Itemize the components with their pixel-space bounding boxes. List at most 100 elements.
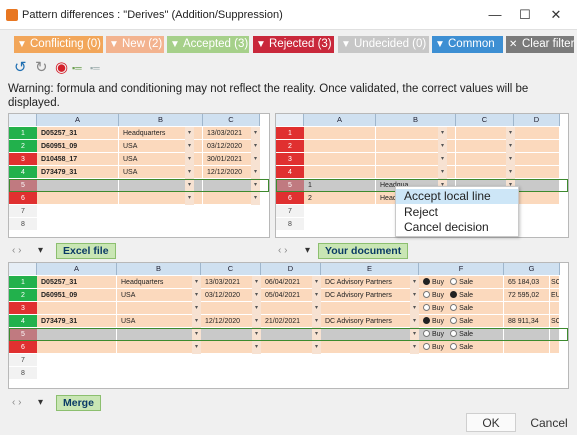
grid-cell[interactable] (119, 218, 203, 231)
expand-icon[interactable]: ▪═ (72, 60, 82, 76)
buy-sale-radio-group[interactable]: Buy Sale (419, 315, 504, 328)
grid-cell[interactable] (550, 328, 560, 341)
buy-sale-radio-group[interactable]: Buy Sale (419, 341, 504, 354)
row-number[interactable]: 7 (9, 354, 37, 367)
nav-arrows[interactable]: ‹ › (12, 245, 21, 256)
row-number[interactable]: 6 (9, 341, 37, 354)
row-number[interactable]: 2 (276, 140, 304, 153)
grid-cell[interactable]: 2 (304, 192, 376, 205)
grid-cell[interactable]: D10458_17 (37, 153, 119, 166)
buy-radio[interactable] (423, 330, 430, 337)
your-document-hscroll[interactable] (440, 243, 560, 257)
grid-cell[interactable] (321, 354, 419, 367)
grid-cell[interactable]: D60951_09 (37, 289, 117, 302)
row-number[interactable]: 5 (9, 328, 37, 341)
grid-cell[interactable] (37, 205, 119, 218)
grid-cell[interactable]: Headquarters (117, 276, 201, 289)
chevron-down-icon[interactable]: ▾ (506, 153, 515, 166)
row-number[interactable]: 7 (9, 205, 37, 218)
grid-cell[interactable]: SC (550, 276, 560, 289)
grid-cell[interactable]: D05257_31 (37, 127, 119, 140)
chevron-down-icon[interactable]: ▾ (312, 289, 321, 302)
chevron-down-icon[interactable]: ▾ (251, 192, 260, 205)
grid-cell[interactable] (304, 153, 376, 166)
buy-radio[interactable] (423, 278, 430, 285)
grid-cell[interactable] (117, 302, 201, 315)
grid-cell[interactable] (321, 302, 419, 315)
chevron-down-icon[interactable]: ▾ (252, 302, 261, 315)
grid-cell[interactable] (550, 354, 560, 367)
grid-cell[interactable] (504, 354, 550, 367)
chevron-down-icon[interactable]: ▾ (438, 127, 447, 140)
grid-cell[interactable] (203, 218, 260, 231)
buy-sale-radio-group[interactable]: Buy Sale (419, 328, 504, 341)
grid-cell[interactable] (37, 354, 117, 367)
filter-rejected-button[interactable]: ▼ Rejected (3) (253, 36, 334, 53)
chevron-down-icon[interactable]: ▾ (251, 179, 260, 192)
sale-radio[interactable] (450, 343, 458, 350)
chevron-down-icon[interactable]: ▾ (185, 166, 194, 179)
grid-cell[interactable] (321, 367, 419, 380)
sheet-dropdown-icon[interactable]: ▾ (305, 245, 310, 256)
grid-cell[interactable]: USA (117, 315, 201, 328)
buy-sale-radio-group[interactable]: Buy Sale (419, 276, 504, 289)
sale-radio[interactable] (450, 291, 458, 298)
filter-conflicting-button[interactable]: ▼ Conflicting (0) (14, 36, 103, 53)
grid-cell[interactable]: USA (117, 289, 201, 302)
merge-grid[interactable]: A B C D E F G 1 D05257_31 Headquarters 13/03/2021 0… (8, 262, 569, 389)
chevron-down-icon[interactable]: ▾ (438, 140, 447, 153)
clear-filter-button[interactable]: ✕ Clear filter (506, 36, 574, 53)
grid-cell[interactable] (504, 328, 550, 341)
chevron-down-icon[interactable]: ▾ (192, 289, 201, 302)
grid-cell[interactable] (304, 127, 376, 140)
chevron-down-icon[interactable]: ▾ (410, 328, 419, 341)
cancel-decision-item[interactable]: Cancel decision (396, 220, 518, 235)
grid-cell[interactable]: EU (550, 289, 560, 302)
grid-cell[interactable] (504, 367, 550, 380)
chevron-down-icon[interactable]: ▾ (312, 328, 321, 341)
chevron-down-icon[interactable]: ▾ (185, 153, 194, 166)
grid-cell[interactable] (37, 328, 117, 341)
grid-cell[interactable] (37, 192, 119, 205)
chevron-down-icon[interactable]: ▾ (312, 315, 321, 328)
grid-cell[interactable] (504, 341, 550, 354)
grid-cell[interactable] (37, 179, 119, 192)
row-number[interactable]: 4 (276, 166, 304, 179)
chevron-down-icon[interactable]: ▾ (192, 276, 201, 289)
row-number[interactable]: 4 (9, 315, 37, 328)
grid-cell[interactable] (117, 328, 201, 341)
chevron-down-icon[interactable]: ▾ (192, 341, 201, 354)
chevron-down-icon[interactable]: ▾ (410, 276, 419, 289)
sheet-dropdown-icon[interactable]: ▾ (38, 245, 43, 256)
grid-cell[interactable] (117, 367, 201, 380)
row-number[interactable]: 4 (9, 166, 37, 179)
sale-radio[interactable] (450, 330, 458, 337)
buy-sale-radio-group[interactable] (419, 367, 504, 380)
chevron-down-icon[interactable]: ▾ (185, 192, 194, 205)
grid-cell[interactable] (119, 205, 203, 218)
row-number[interactable]: 1 (276, 127, 304, 140)
row-number[interactable]: 3 (9, 153, 37, 166)
row-number[interactable]: 1 (9, 127, 37, 140)
row-number[interactable]: 8 (276, 218, 304, 231)
grid-cell[interactable]: 65 184,03 (504, 276, 550, 289)
grid-cell[interactable]: D73479_31 (37, 315, 117, 328)
buy-radio[interactable] (423, 291, 430, 298)
chevron-down-icon[interactable]: ▾ (192, 328, 201, 341)
filter-undecided-button[interactable]: ▼ Undecided (0) (338, 36, 429, 53)
nav-arrows[interactable]: ‹ › (12, 397, 21, 408)
row-number[interactable]: 7 (276, 205, 304, 218)
chevron-down-icon[interactable]: ▾ (252, 341, 261, 354)
chevron-down-icon[interactable]: ▾ (252, 276, 261, 289)
chevron-down-icon[interactable]: ▾ (312, 302, 321, 315)
grid-cell[interactable] (514, 179, 560, 192)
grid-cell[interactable]: D73479_31 (37, 166, 119, 179)
row-number[interactable]: 2 (9, 289, 37, 302)
grid-cell[interactable] (304, 205, 376, 218)
nav-arrows[interactable]: ‹ › (278, 245, 287, 256)
row-number[interactable]: 5 (9, 179, 37, 192)
buy-radio[interactable] (423, 304, 430, 311)
sale-radio[interactable] (450, 278, 458, 285)
grid-cell[interactable] (37, 341, 117, 354)
row-number[interactable]: 3 (276, 153, 304, 166)
